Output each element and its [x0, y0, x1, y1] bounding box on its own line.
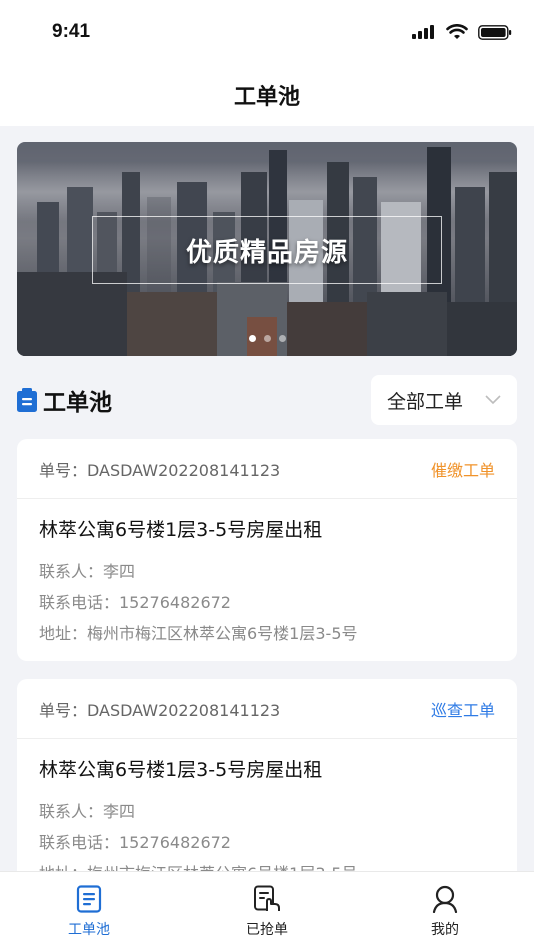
carousel-dot[interactable]	[263, 335, 271, 342]
grab-order-icon	[254, 885, 280, 911]
bottom-tab-bar: 工单池 已抢单 我的	[0, 871, 534, 950]
banner-text: 优质精品房源	[185, 237, 348, 268]
order-phone: 联系电话：15276482672	[39, 833, 231, 852]
signal-icon	[412, 25, 434, 39]
section-title: 工单池	[43, 390, 112, 416]
order-card-body: 林萃公寓6号楼1层3-5号房屋出租 联系人：李四 联系电话：1527648267…	[17, 499, 517, 661]
section-header: 工单池 全部工单	[17, 374, 517, 426]
filter-label: 全部工单	[387, 390, 464, 413]
carousel-dot[interactable]	[278, 335, 286, 342]
tab-profile[interactable]: 我的	[356, 872, 534, 950]
order-type-tag: 催缴工单	[430, 460, 495, 480]
status-bar: 9:41	[0, 0, 534, 64]
profile-icon	[432, 885, 458, 913]
section-title-group: 工单池	[17, 383, 112, 417]
battery-icon	[478, 24, 512, 40]
order-title: 林萃公寓6号楼1层3-5号房屋出租	[39, 759, 323, 781]
tab-label: 已抢单	[246, 922, 288, 938]
banner-text-frame: 优质精品房源	[92, 216, 442, 284]
chevron-down-icon	[485, 395, 501, 405]
document-icon	[76, 885, 102, 913]
banner-carousel[interactable]: 优质精品房源	[17, 142, 517, 356]
tab-label: 我的	[431, 922, 459, 938]
order-type-tag: 巡查工单	[430, 700, 495, 720]
clipboard-icon	[17, 388, 37, 412]
page-title: 工单池	[233, 85, 300, 110]
status-icons	[412, 24, 512, 40]
order-card[interactable]: 单号：DASDAW202208141123 催缴工单 林萃公寓6号楼1层3-5号…	[17, 439, 517, 661]
order-number: 单号：DASDAW202208141123	[39, 700, 281, 720]
order-phone: 联系电话：15276482672	[39, 593, 231, 612]
carousel-dots	[17, 335, 517, 342]
order-card-header: 单号：DASDAW202208141123 巡查工单	[17, 679, 517, 739]
order-card[interactable]: 单号：DASDAW202208141123 巡查工单 林萃公寓6号楼1层3-5号…	[17, 679, 517, 901]
nav-bar: 工单池	[0, 64, 534, 126]
status-time: 9:41	[52, 21, 91, 42]
wifi-icon	[446, 24, 468, 39]
order-address: 地址：梅州市梅江区林萃公寓6号楼1层3-5号	[39, 624, 358, 643]
order-card-header: 单号：DASDAW202208141123 催缴工单	[17, 439, 517, 499]
tab-label: 工单池	[68, 922, 110, 938]
order-contact: 联系人：李四	[39, 562, 136, 581]
tab-order-pool[interactable]: 工单池	[0, 872, 178, 950]
order-type-filter[interactable]: 全部工单	[371, 375, 517, 425]
carousel-dot[interactable]	[248, 335, 256, 342]
order-number: 单号：DASDAW202208141123	[39, 460, 281, 480]
order-title: 林萃公寓6号楼1层3-5号房屋出租	[39, 519, 323, 541]
order-contact: 联系人：李四	[39, 802, 136, 821]
tab-grabbed-orders[interactable]: 已抢单	[178, 872, 356, 950]
